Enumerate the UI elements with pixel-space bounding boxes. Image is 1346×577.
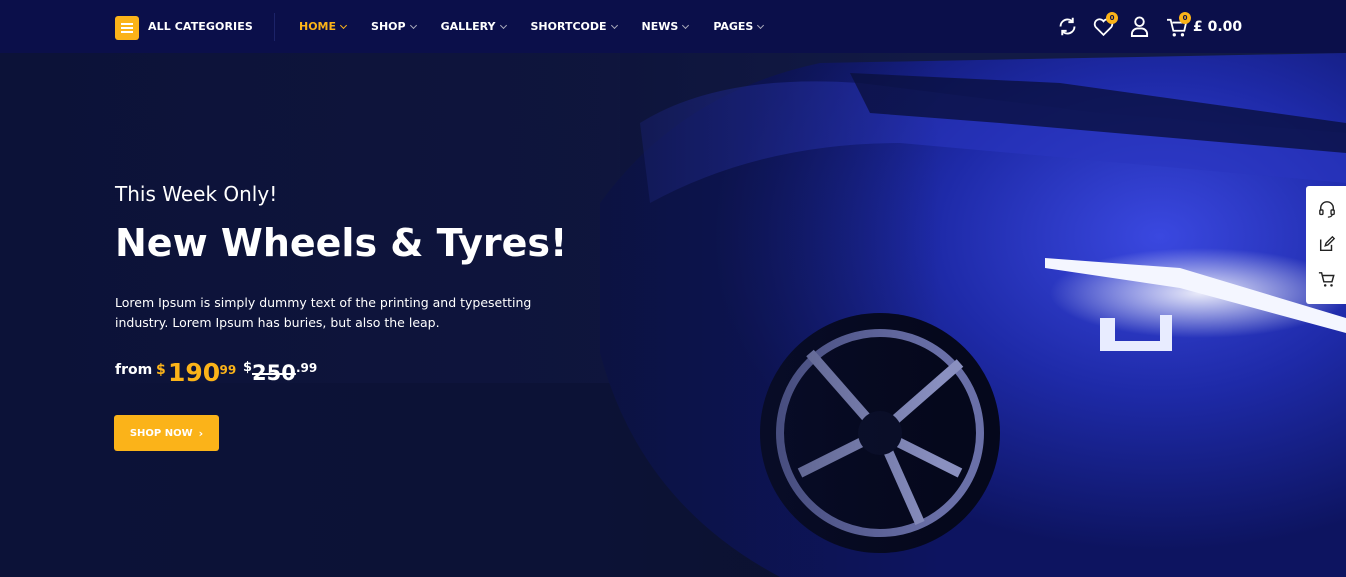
nav-home[interactable]: HOME [299, 20, 348, 33]
cart-count-badge: 0 [1179, 12, 1191, 24]
hero-description: Lorem Ipsum is simply dummy text of the … [115, 295, 532, 330]
menu-icon[interactable] [115, 16, 139, 40]
from-label: from [115, 362, 153, 378]
cart-total[interactable]: £ 0.00 [1193, 19, 1242, 35]
hero-headline: New Wheels & Tyres! [115, 221, 568, 265]
sale-price-currency: $ [156, 362, 166, 378]
chevron-down-icon [409, 21, 417, 29]
chevron-down-icon [757, 21, 765, 29]
nav-shop[interactable]: SHOP [371, 20, 417, 33]
sale-price-integer: 190 [168, 358, 221, 387]
top-navbar: ALL CATEGORIES HOME SHOP GALLERY SHORTCO… [0, 0, 1346, 53]
all-categories-label[interactable]: ALL CATEGORIES [148, 20, 253, 33]
chevron-down-icon [499, 21, 507, 29]
headset-icon[interactable] [1318, 200, 1336, 218]
edit-icon[interactable] [1318, 235, 1336, 253]
chevron-down-icon [610, 21, 618, 29]
nav-gallery[interactable]: GALLERY [441, 20, 507, 33]
old-price-currency: $ [243, 360, 253, 375]
old-price-decimal: .99 [296, 361, 318, 375]
refresh-icon[interactable] [1057, 16, 1078, 37]
nav-pages[interactable]: PAGES [713, 20, 765, 33]
chevron-down-icon [682, 21, 690, 29]
cart-icon[interactable] [1318, 271, 1336, 289]
old-price-integer: 250 [252, 361, 296, 385]
shop-now-button[interactable]: SHOP NOW › [114, 415, 219, 451]
hero-tagline: This Week Only! [115, 182, 278, 206]
chevron-down-icon [339, 21, 348, 29]
hero-banner: This Week Only! New Wheels & Tyres! Lore… [0, 53, 1346, 577]
shop-now-label: SHOP NOW [129, 427, 193, 439]
sale-price-decimal: .99 [215, 363, 237, 377]
wishlist-count-badge: 0 [1106, 12, 1118, 24]
nav-shortcode[interactable]: SHORTCODE [531, 20, 618, 33]
main-nav: HOME SHOP GALLERY SHORTCODE NEWS PAGES [299, 20, 788, 33]
chevron-right-icon: › [198, 426, 204, 440]
nav-news[interactable]: NEWS [642, 20, 690, 33]
floating-side-panel [1306, 186, 1346, 304]
user-icon[interactable] [1130, 16, 1149, 37]
nav-divider [274, 13, 275, 41]
